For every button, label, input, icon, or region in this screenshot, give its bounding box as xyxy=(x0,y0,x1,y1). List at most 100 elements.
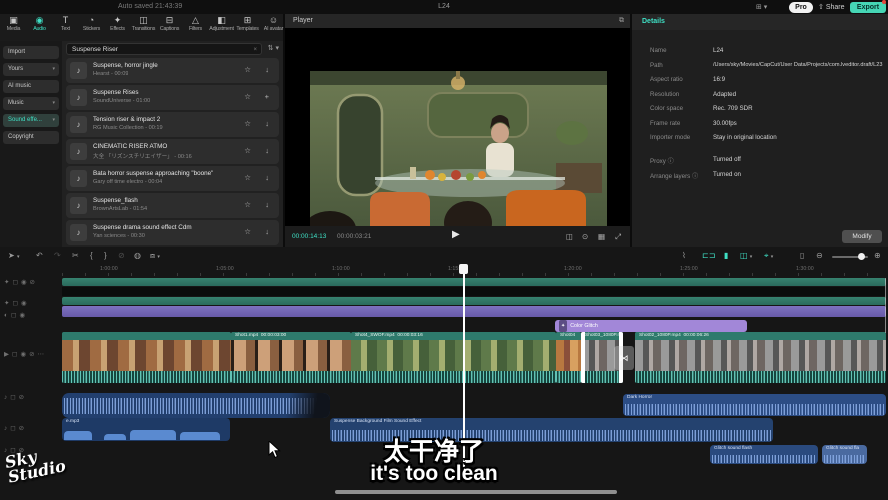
audio-clip[interactable] xyxy=(62,393,330,418)
download-icon[interactable]: ↓ xyxy=(265,173,269,182)
preview-axis-toggle[interactable]: ⌖ ▾ xyxy=(764,251,773,261)
favorite-star-icon[interactable]: ☆ xyxy=(244,65,251,74)
audio-result-card[interactable]: ♪ Bata horror suspense approaching "boon… xyxy=(66,166,279,191)
modify-button[interactable]: Modify xyxy=(842,230,882,243)
tab-captions[interactable]: ⊟ Captions xyxy=(157,15,182,40)
mirror-to-phone-icon[interactable]: ▯ xyxy=(800,251,804,260)
favorite-star-icon[interactable]: ☆ xyxy=(244,200,251,209)
mute-icon: ⊘ xyxy=(18,425,28,432)
adjustment-track-clip[interactable] xyxy=(62,306,886,317)
subtitle-english: it's too clean xyxy=(370,462,498,485)
pro-button[interactable]: Pro xyxy=(789,1,813,13)
track-header-effect[interactable]: ✦◻◉⊘ xyxy=(4,278,60,286)
audio-result-card[interactable]: ♪ Suspense Rises SoundUniverse - 01:00 ☆… xyxy=(66,85,279,110)
select-cursor-tool[interactable]: ➤ ▾ xyxy=(8,251,19,260)
favorite-star-icon[interactable]: ☆ xyxy=(244,119,251,128)
crop-icon[interactable]: ⧈ ▾ xyxy=(150,251,160,261)
tab-adjustment[interactable]: ◧ Adjustment xyxy=(209,15,234,40)
track-header-video[interactable]: ▶◻◉⊘⋯ xyxy=(4,350,60,358)
tab-filters[interactable]: △ Filters xyxy=(183,15,208,40)
audio-result-card[interactable]: ♪ Suspense, horror jingle Hearst - 00:09… xyxy=(66,58,279,83)
play-button[interactable]: ▶ xyxy=(452,229,460,240)
snapshot-icon[interactable]: ⊙ xyxy=(582,232,588,241)
trim-right-icon[interactable]: } xyxy=(104,251,107,260)
share-button[interactable]: ⇧ Share xyxy=(818,2,845,13)
sidebar-item-copyright[interactable]: Copyright xyxy=(3,131,59,144)
magnetic-toggle[interactable]: ▮ xyxy=(724,251,728,260)
chevron-down-icon: ▾ xyxy=(749,254,753,260)
audio-result-card[interactable]: ♪ Suspense drama sound effect Cdm Yan sc… xyxy=(66,220,279,245)
tab-transitions[interactable]: ◫ Transitions xyxy=(131,15,156,40)
track-header-audio[interactable]: ♪◻⊘ xyxy=(4,393,60,401)
tab-stickers[interactable]: ◔ Stickers xyxy=(79,15,104,40)
favorite-star-icon[interactable]: ☆ xyxy=(244,146,251,155)
effect-track-clip[interactable] xyxy=(62,297,886,305)
download-icon[interactable]: ↓ xyxy=(265,200,269,209)
more-icon: ⋯ xyxy=(37,351,48,358)
tab-templates[interactable]: ⊞ Templates xyxy=(235,15,260,40)
video-clip-shot02[interactable]: Shot02_1080P.mp4 00:00:06:26 xyxy=(635,332,886,383)
track-header-adjustment[interactable]: ◐◻◉ xyxy=(4,311,60,319)
tab-media[interactable]: ▣ Media xyxy=(1,15,26,40)
favorite-star-icon[interactable]: ☆ xyxy=(244,173,251,182)
ratio-grid-icon[interactable]: ▦ xyxy=(598,232,605,241)
collapsed-track[interactable] xyxy=(62,287,886,296)
zoom-in-icon[interactable]: ⊕ xyxy=(874,251,881,260)
tab-text[interactable]: T Text xyxy=(53,15,78,40)
favorite-star-icon[interactable]: ☆ xyxy=(244,92,251,101)
split-icon[interactable]: ✂ xyxy=(72,251,79,260)
audio-result-card[interactable]: ♪ CINEMATIC RISER ATMO 大全 「リズンスチリエイザー」 -… xyxy=(66,139,279,164)
tab-ai-avatar[interactable]: ☺ AI avatar xyxy=(261,15,286,40)
tab-audio[interactable]: ◉ Audio xyxy=(27,15,52,40)
audio-result-card[interactable]: ♪ Tension riser & impact 2 RG Music Coll… xyxy=(66,112,279,137)
redo-icon[interactable]: ↷ xyxy=(54,251,61,260)
favorite-star-icon[interactable]: ☆ xyxy=(244,227,251,236)
sidebar-item-import[interactable]: Import xyxy=(3,46,59,59)
mask-icon[interactable]: ◍ xyxy=(134,251,141,260)
video-clip-shot04[interactable]: Shot04 xyxy=(556,332,581,383)
fullscreen-icon[interactable]: ⤢ xyxy=(615,232,621,242)
zoom-out-icon[interactable]: ⊖ xyxy=(816,251,823,260)
auto-ripple-toggle[interactable]: ⊏⊐ xyxy=(702,251,715,260)
download-icon[interactable]: ↓ xyxy=(265,119,269,128)
track-header-audio[interactable]: ♪◻⊘ xyxy=(4,424,60,432)
chevron-down-icon: ▾ xyxy=(52,100,55,106)
color-glitch-effect-clip[interactable]: ✦ Color Glitch xyxy=(555,320,747,332)
timeline-horizontal-scrollbar[interactable] xyxy=(335,490,617,494)
sidebar-item-music[interactable]: Music ▾ xyxy=(3,97,59,110)
music-note-icon: ♪ xyxy=(70,62,87,79)
linking-toggle[interactable]: ◫ ▾ xyxy=(740,251,752,260)
layout-icon[interactable]: ⊞ ▾ xyxy=(756,3,767,11)
sidebar-item-ai-music[interactable]: AI music xyxy=(3,80,59,93)
audio-clip-dark-horror[interactable]: Dark Horror xyxy=(623,394,886,416)
video-clip[interactable] xyxy=(62,332,231,383)
undo-icon[interactable]: ↶ xyxy=(36,251,43,260)
audio-mixer-icon[interactable]: ⌇ xyxy=(682,251,686,260)
search-input[interactable]: Suspense Riser × xyxy=(66,43,262,55)
playhead-handle[interactable] xyxy=(459,264,468,274)
zoom-slider-knob[interactable] xyxy=(858,253,865,260)
timeline-ruler[interactable]: 1:00:00 1:05:00 1:10:00 1:15:00 1:20:00 … xyxy=(62,265,888,276)
trim-left-icon[interactable]: { xyxy=(90,251,93,260)
video-stage[interactable] xyxy=(285,28,630,236)
download-icon[interactable]: ↓ xyxy=(265,146,269,155)
track-header-effect[interactable]: ✦◻◉ xyxy=(4,299,60,307)
tab-effects[interactable]: ✦ Effects xyxy=(105,15,130,40)
effect-track-clip[interactable] xyxy=(62,278,886,286)
sidebar-item-sound-effects[interactable]: Sound effe... ▾ xyxy=(3,114,59,127)
export-button[interactable]: Export xyxy=(850,1,886,13)
add-icon[interactable]: + xyxy=(265,92,269,101)
mirror-preview-icon[interactable]: ◫ xyxy=(566,232,573,241)
video-clip-shot4[interactable]: Shot4_SWOF.mp4 00:00:03:16 xyxy=(351,332,556,383)
audio-result-card[interactable]: ♪ Suspense_flash BrownArtsLab - 01:54 ☆ … xyxy=(66,193,279,218)
sidebar-item-yours[interactable]: Yours ▾ xyxy=(3,63,59,76)
delete-icon[interactable]: ⊘ xyxy=(118,251,125,260)
download-icon[interactable]: ↓ xyxy=(265,227,269,236)
video-clip-shot1[interactable]: Shot1.mp4 00:00:03:00 xyxy=(231,332,351,383)
filter-sort-icon[interactable]: ⇅ ▾ xyxy=(268,44,279,52)
detach-player-icon[interactable]: ⧉ xyxy=(619,14,624,28)
clear-search-icon[interactable]: × xyxy=(253,44,257,56)
download-icon[interactable]: ↓ xyxy=(265,65,269,74)
timeline-zoom-slider[interactable] xyxy=(832,253,868,260)
transition-marker[interactable]: ⋈ xyxy=(614,346,634,370)
